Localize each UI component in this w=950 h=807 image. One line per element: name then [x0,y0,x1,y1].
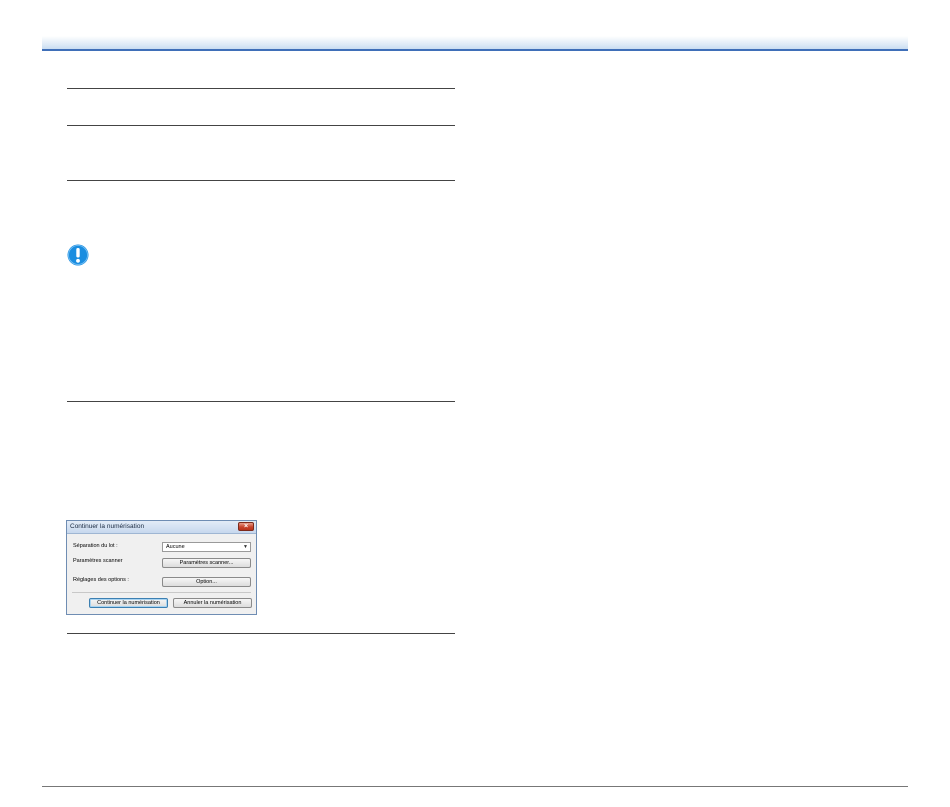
chevron-down-icon: ▼ [243,544,248,550]
section-rule [67,633,455,634]
dialog-titlebar: Continuer la numérisation × [67,521,256,534]
dialog-title: Continuer la numérisation [70,523,145,530]
close-button[interactable]: × [238,522,254,531]
section-rule [67,180,455,181]
section-rule [67,125,455,126]
continue-scan-button[interactable]: Continuer la numérisation [89,598,168,608]
scanner-settings-label: Paramètres scanner [73,558,123,564]
section-rule [67,88,455,89]
batch-separation-label: Séparation du lot : [73,543,118,549]
important-icon [67,244,89,266]
cancel-scan-button[interactable]: Annuler la numérisation [173,598,252,608]
scanner-settings-button[interactable]: Paramètres scanner... [162,558,251,568]
option-settings-label: Réglages des options : [73,577,129,583]
batch-separation-value: Aucune [166,544,185,550]
footer-rule [42,786,908,787]
section-rule [67,401,455,402]
header-band [42,36,908,51]
option-button[interactable]: Option... [162,577,251,587]
batch-separation-select[interactable]: Aucune ▼ [162,542,251,552]
continue-scan-dialog: Continuer la numérisation × Séparation d… [66,520,257,615]
dialog-separator [72,592,251,593]
